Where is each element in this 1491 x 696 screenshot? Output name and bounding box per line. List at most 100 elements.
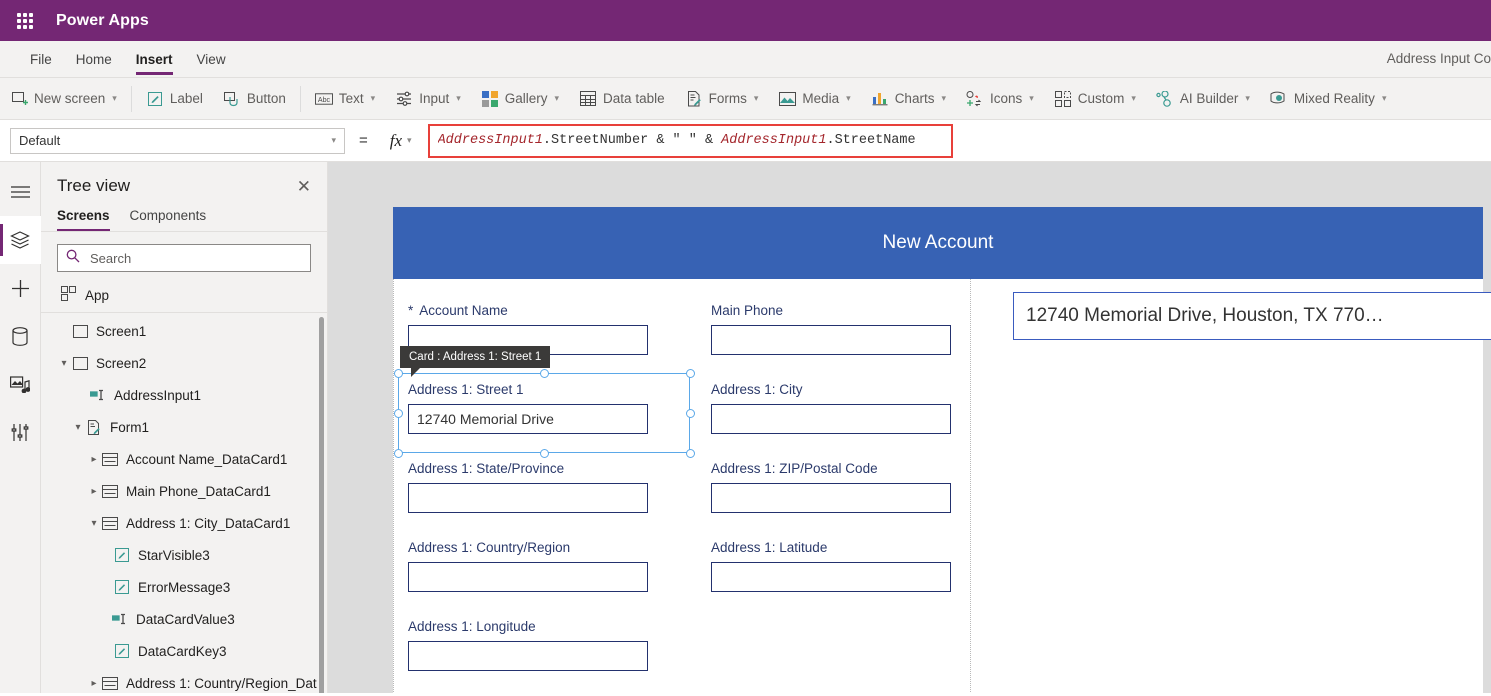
data-cylinder-icon[interactable]: [0, 312, 41, 360]
ribbon-label: Icons: [989, 91, 1023, 106]
tree-node-starvisible3[interactable]: StarVisible3: [41, 539, 327, 571]
icons-icon: [966, 90, 984, 108]
datacard-address-street1[interactable]: Address 1: Street 1 12740 Memorial Drive: [408, 382, 648, 434]
datacard-address-city[interactable]: Address 1: City: [711, 382, 951, 434]
resize-handle-w[interactable]: [394, 409, 403, 418]
resize-handle-e[interactable]: [686, 409, 695, 418]
tree-node-app[interactable]: App: [41, 280, 327, 313]
formula-input[interactable]: AddressInput1.StreetNumber & " " & Addre…: [427, 123, 953, 158]
field-input-address-state[interactable]: [408, 483, 648, 513]
tree-view-layers-icon[interactable]: [0, 216, 41, 264]
tree-node-addressinput1[interactable]: AddressInput1: [41, 379, 327, 411]
ribbon-new-screen[interactable]: New screen ▾: [0, 83, 127, 115]
ribbon-input-menu[interactable]: Input ▾: [385, 83, 471, 115]
property-select[interactable]: Default ▾: [10, 127, 345, 154]
ribbon-charts-menu[interactable]: Charts ▾: [861, 83, 956, 115]
tree-node-form1[interactable]: ▾ Form1: [41, 411, 327, 443]
tree-node-label: Screen2: [96, 355, 147, 371]
datacard-address-zip[interactable]: Address 1: ZIP/Postal Code: [711, 461, 951, 513]
chevron-down-icon: ▾: [331, 135, 336, 145]
waffle-grid-icon[interactable]: [10, 6, 40, 36]
tab-screens[interactable]: Screens: [57, 204, 110, 231]
tree-node-datacardkey3[interactable]: DataCardKey3: [41, 635, 327, 667]
tree-node-main-phone-datacard1[interactable]: ▸ Main Phone_DataCard1: [41, 475, 327, 507]
datacard-address-latitude[interactable]: Address 1: Latitude: [711, 540, 951, 592]
fx-label: fx: [389, 130, 403, 150]
tree-node-address-city-datacard1[interactable]: ▾ Address 1: City_DataCard1: [41, 507, 327, 539]
fx-button[interactable]: fx ▾: [382, 127, 420, 155]
ribbon-mixed-reality-menu[interactable]: Mixed Reality ▾: [1260, 83, 1397, 115]
tree-node-screen2[interactable]: ▾ Screen2: [41, 347, 327, 379]
equals-sign: =: [359, 132, 368, 149]
property-select-value: Default: [19, 133, 61, 148]
field-input-address-country[interactable]: [408, 562, 648, 592]
ribbon-forms-menu[interactable]: Forms ▾: [675, 83, 769, 115]
ribbon-data-table[interactable]: Data table: [569, 83, 675, 115]
tree-node-account-name-datacard1[interactable]: ▸ Account Name_DataCard1: [41, 443, 327, 475]
ribbon-gallery-menu[interactable]: Gallery ▾: [471, 83, 569, 115]
menu-item-home[interactable]: Home: [64, 43, 124, 77]
resize-handle-s[interactable]: [540, 449, 549, 458]
chevron-down-icon: ▾: [456, 93, 461, 103]
insert-plus-icon[interactable]: [0, 264, 41, 312]
tree-view-title: Tree view: [57, 176, 131, 195]
mixed-reality-icon: [1270, 90, 1288, 108]
datacard-address-longitude[interactable]: Address 1: Longitude: [408, 619, 648, 671]
menu-item-insert[interactable]: Insert: [124, 43, 185, 77]
chevron-right-icon[interactable]: ▸: [87, 454, 101, 465]
tree-view-scrollbar[interactable]: [319, 317, 324, 693]
field-input-address-longitude[interactable]: [408, 641, 648, 671]
ribbon-media-menu[interactable]: Media ▾: [768, 83, 860, 115]
field-input-address-street1[interactable]: 12740 Memorial Drive: [408, 404, 648, 434]
close-icon[interactable]: ✕: [297, 178, 311, 195]
field-input-address-zip[interactable]: [711, 483, 951, 513]
field-label: Address 1: Street 1: [408, 382, 524, 397]
ribbon-text-menu[interactable]: Abc Text ▾: [305, 83, 385, 115]
chevron-right-icon[interactable]: ▸: [87, 486, 101, 497]
app-header: Power Apps: [0, 0, 1491, 41]
resize-handle-n[interactable]: [540, 369, 549, 378]
form1-body: * Account Name Main Phone Address 1: Stre…: [393, 279, 971, 693]
chevron-down-icon[interactable]: ▾: [57, 358, 71, 369]
formula-token: .StreetName: [826, 133, 916, 148]
resize-handle-sw[interactable]: [394, 449, 403, 458]
field-input-address-city[interactable]: [711, 404, 951, 434]
custom-icon: [1054, 90, 1072, 108]
tree-node-errormessage3[interactable]: ErrorMessage3: [41, 571, 327, 603]
search-box[interactable]: [57, 244, 311, 272]
field-label: Address 1: Latitude: [711, 540, 828, 555]
chevron-down-icon: ▾: [753, 93, 759, 103]
chevron-down-icon[interactable]: ▾: [71, 422, 85, 433]
ribbon-label-control[interactable]: Label: [136, 83, 213, 115]
chevron-down-icon[interactable]: ▾: [87, 518, 101, 529]
form-title: New Account: [882, 232, 994, 253]
button-icon: [223, 90, 241, 108]
datacard-main-phone[interactable]: Main Phone: [711, 303, 951, 355]
search-input[interactable]: [88, 249, 302, 267]
tree-node-screen1[interactable]: Screen1: [41, 315, 327, 347]
menu-item-view[interactable]: View: [185, 43, 238, 77]
media-icon[interactable]: [0, 360, 41, 408]
ribbon-icons-menu[interactable]: Icons ▾: [956, 83, 1044, 115]
ribbon-button-control[interactable]: Button: [213, 83, 296, 115]
resize-handle-ne[interactable]: [686, 369, 695, 378]
formula-token: AddressInput1: [721, 133, 827, 148]
tab-components[interactable]: Components: [130, 204, 207, 231]
datacard-address-country[interactable]: Address 1: Country/Region: [408, 540, 648, 592]
field-input-address-latitude[interactable]: [711, 562, 951, 592]
chevron-right-icon[interactable]: ▸: [87, 678, 101, 689]
resize-handle-se[interactable]: [686, 449, 695, 458]
ribbon-label: Custom: [1077, 91, 1125, 106]
advanced-tools-icon[interactable]: [0, 408, 41, 456]
hamburger-menu-icon[interactable]: [0, 168, 41, 216]
menu-item-file[interactable]: File: [18, 43, 64, 77]
ribbon-custom-menu[interactable]: Custom ▾: [1044, 83, 1146, 115]
tree-node-label: App: [85, 287, 110, 303]
resize-handle-nw[interactable]: [394, 369, 403, 378]
datacard-address-state[interactable]: Address 1: State/Province: [408, 461, 648, 513]
tree-node-address-country-datacard[interactable]: ▸ Address 1: Country/Region_DataCarc: [41, 667, 327, 693]
field-input-main-phone[interactable]: [711, 325, 951, 355]
ribbon-ai-builder-menu[interactable]: AI Builder ▾: [1146, 83, 1260, 115]
address-input-control[interactable]: 12740 Memorial Drive, Houston, TX 770…: [1013, 292, 1491, 340]
tree-node-datacardvalue3[interactable]: DataCardValue3: [41, 603, 327, 635]
